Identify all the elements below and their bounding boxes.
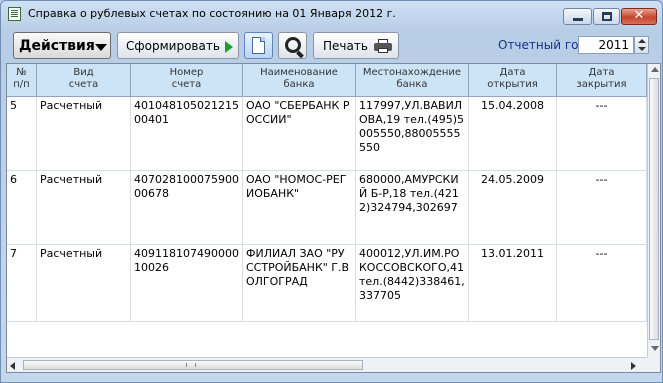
cell-bank-name: ОАО "НОМОС-РЕГИОБАНК" [243,171,356,245]
print-button[interactable]: Печать [313,32,399,59]
maximize-button[interactable] [593,8,620,25]
new-document-button[interactable] [244,32,273,59]
cell-account-type: Расчетный [37,171,131,245]
printer-icon [374,39,392,53]
header-number[interactable]: № п/п [7,64,37,97]
cell-closed-date: --- [557,97,647,171]
play-icon [225,41,233,53]
header-bank-name[interactable]: Наименование банка [243,64,356,97]
minimize-button[interactable] [563,8,592,25]
reporting-year-input[interactable]: 2011 [578,36,634,54]
cell-closed-date: --- [557,245,647,322]
header-bank-location[interactable]: Местонахождение банка [356,64,469,97]
cell-number: 7 [7,245,37,322]
search-icon [285,37,301,53]
maximize-icon [602,12,612,21]
close-icon: ✕ [633,8,645,23]
generate-label: Сформировать [126,39,220,53]
document-app-icon [8,7,21,21]
cell-opened-date: 15.04.2008 [469,97,557,171]
header-account-number[interactable]: Номер счета [131,64,243,97]
spin-down-icon[interactable] [638,47,646,51]
cell-closed-date: --- [557,171,647,245]
accounts-table: № п/п Вид счета Номер счета Наименование бан… [6,63,661,373]
scroll-left-icon[interactable] [10,362,15,370]
print-label: Печать [323,39,368,53]
horizontal-scrollbar[interactable] [7,357,660,372]
scroll-down-icon[interactable] [651,346,659,351]
minimize-icon [573,18,583,21]
cell-bank-name: ФИЛИАЛ ЗАО "РУССТРОЙБАНК" Г.ВОЛГОГРАД [243,245,356,322]
close-button[interactable]: ✕ [621,8,657,25]
document-icon [252,37,265,54]
cell-bank-location: 400012,УЛ.ИМ.РОКОССОВСКОГО,41 тел.(8442)… [356,245,469,322]
cell-account-number: 40104810502121500401 [131,97,243,171]
cell-account-type: Расчетный [37,97,131,171]
actions-menu-button[interactable]: Действия [13,32,111,59]
header-account-type[interactable]: Вид счета [37,64,131,97]
year-spinner[interactable] [634,36,649,54]
generate-button[interactable]: Сформировать [117,32,239,59]
horizontal-scroll-thumb[interactable] [23,360,363,370]
cell-account-type: Расчетный [37,245,131,322]
actions-label: Действия [19,38,95,54]
spin-up-icon[interactable] [638,39,646,43]
search-button[interactable] [278,32,307,59]
cell-bank-location: 680000,АМУРСКИЙ Б-Р,18 тел.(4212)324794,… [356,171,469,245]
cell-number: 6 [7,171,37,245]
dropdown-arrow-icon [95,44,107,51]
vertical-scroll-thumb[interactable] [649,78,659,340]
cell-bank-location: 117997,УЛ.ВАВИЛОВА,19 тел.(495)5005550,8… [356,97,469,171]
header-closed-date[interactable]: Дата закрытия [557,64,647,97]
scroll-right-icon[interactable] [631,362,636,370]
cell-account-number: 40702810007590000678 [131,171,243,245]
title-bar: Справка о рублевых счетах по состоянию н… [1,1,662,27]
scroll-up-icon[interactable] [651,67,659,72]
toolbar: Действия Сформировать Печать Отчетный го… [1,29,662,63]
header-opened-date[interactable]: Дата открытия [469,64,557,97]
reporting-year-label: Отчетный год [498,38,587,52]
scroll-corner [647,357,660,372]
vertical-scrollbar[interactable] [647,64,660,357]
cell-opened-date: 13.01.2011 [469,245,557,322]
window-title: Справка о рублевых счетах по состоянию н… [28,7,396,20]
report-window: Справка о рублевых счетах по состоянию н… [0,0,663,383]
cell-number: 5 [7,97,37,171]
cell-account-number: 40911810749000010026 [131,245,243,322]
cell-bank-name: ОАО "СБЕРБАНК РОССИИ" [243,97,356,171]
cell-opened-date: 24.05.2009 [469,171,557,245]
